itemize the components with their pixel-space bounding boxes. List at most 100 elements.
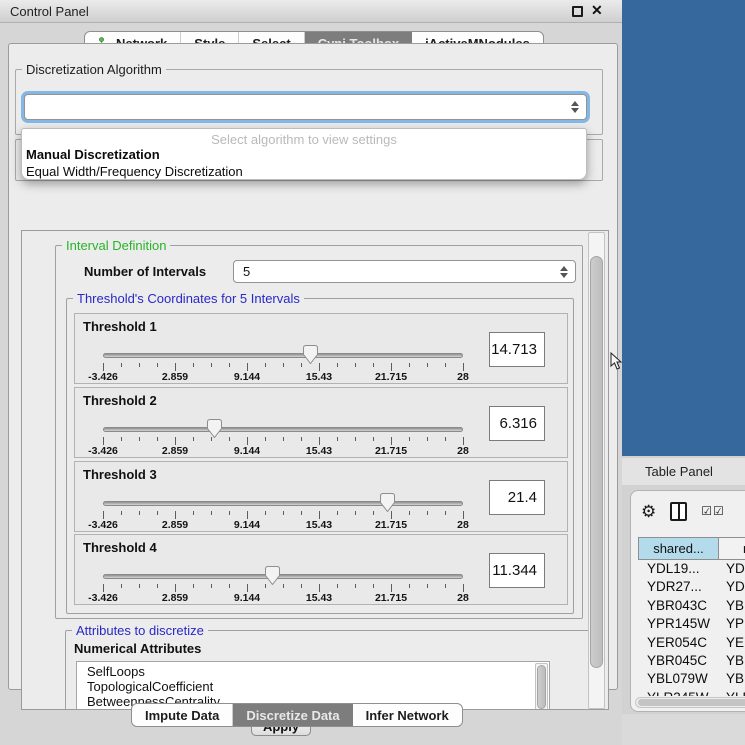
- tick-mark: [373, 584, 374, 588]
- tab-discretize-data[interactable]: Discretize Data: [233, 704, 352, 726]
- group-title: Discretization Algorithm: [22, 62, 166, 77]
- table-body: YDL19...YDL1YDR27...YDR2YBR043C YBR0 YPR14…: [638, 561, 745, 696]
- tick-label: 15.43: [289, 519, 349, 531]
- tick-mark: [409, 363, 410, 367]
- slider-track[interactable]: [103, 427, 463, 432]
- column-header-name[interactable]: na: [719, 537, 745, 560]
- table-row[interactable]: YER054C YER0: [638, 635, 745, 653]
- tab-label: Infer Network: [366, 708, 449, 723]
- tick-mark: [427, 363, 428, 367]
- cell-shared-name: YBR043C: [647, 598, 707, 613]
- list-scrollbar[interactable]: [535, 663, 548, 710]
- tick-label: 21.715: [361, 371, 421, 383]
- tick-mark: [283, 584, 284, 588]
- table-row[interactable]: YBR045CYBR0: [638, 653, 745, 671]
- tick-mark: [391, 437, 392, 445]
- close-icon[interactable]: ✕: [591, 2, 603, 19]
- dropdown-option-manual-discretization[interactable]: Manual Discretization: [22, 146, 586, 163]
- combo-stepper-icon: [571, 101, 579, 113]
- tick-mark: [247, 584, 248, 592]
- cell-shared-name: YLR345W: [647, 690, 709, 696]
- threshold-value-field[interactable]: 21.4: [489, 480, 545, 515]
- panel-scrollbar[interactable]: [588, 232, 605, 709]
- network-view-window[interactable]: GAL80GACGAL11GAL4GCY1HHAP2: [622, 0, 745, 456]
- tick-mark: [409, 437, 410, 441]
- slider-track[interactable]: [103, 501, 463, 506]
- list-item-selfloops[interactable]: SelfLoops: [87, 664, 549, 679]
- algorithm-combobox[interactable]: [24, 94, 587, 120]
- tick-mark: [211, 584, 212, 588]
- algorithm-dropdown-popup: Select algorithm to view settings Manual…: [21, 128, 587, 180]
- tick-mark: [301, 363, 302, 367]
- threshold-value-field[interactable]: 14.713: [489, 332, 545, 367]
- cell-name: YPR1: [726, 616, 745, 631]
- tick-mark: [229, 584, 230, 588]
- tick-mark: [193, 437, 194, 441]
- table-horizontal-scrollbar[interactable]: [635, 697, 745, 708]
- tick-label: 28: [433, 445, 493, 457]
- tick-mark: [355, 363, 356, 367]
- table-row[interactable]: YDL19...YDL1: [638, 561, 745, 579]
- split-columns-icon[interactable]: [670, 502, 687, 521]
- tick-mark: [283, 363, 284, 367]
- table-row[interactable]: YBR043C YBR0: [638, 598, 745, 616]
- table-row[interactable]: YPR145WYPR1: [638, 616, 745, 634]
- tick-mark: [409, 584, 410, 588]
- attributes-group: Attributes to discretize Numerical Attri…: [65, 630, 595, 710]
- tick-mark: [301, 584, 302, 588]
- tick-label: 21.715: [361, 445, 421, 457]
- tab-impute-data[interactable]: Impute Data: [132, 704, 233, 726]
- tick-mark: [427, 511, 428, 515]
- group-title: Attributes to discretize: [72, 623, 208, 638]
- tick-mark: [103, 363, 104, 371]
- gear-icon[interactable]: ⚙: [641, 503, 656, 520]
- threshold-value-field[interactable]: 11.344: [489, 553, 545, 588]
- tick-mark: [319, 437, 320, 445]
- tab-infer-network[interactable]: Infer Network: [353, 704, 462, 726]
- tick-mark: [265, 363, 266, 367]
- slider-thumb[interactable]: [380, 493, 395, 512]
- slider-thumb[interactable]: [207, 419, 222, 438]
- tick-mark: [139, 363, 140, 367]
- table-row[interactable]: YBL079WYBL0: [638, 671, 745, 689]
- tick-mark: [157, 584, 158, 588]
- tick-mark: [247, 363, 248, 371]
- column-header-shared-name[interactable]: shared...: [638, 537, 719, 560]
- tick-mark: [121, 363, 122, 367]
- table-row[interactable]: YLR345WYLR3: [638, 690, 745, 696]
- slider-track[interactable]: [103, 353, 463, 358]
- tick-mark: [319, 363, 320, 371]
- tick-mark: [211, 511, 212, 515]
- cell-name: YDR2: [726, 579, 745, 594]
- float-window-icon[interactable]: [572, 6, 583, 17]
- tick-label: 2.859: [145, 592, 205, 604]
- dropdown-options: Manual DiscretizationEqual Width/Frequen…: [22, 146, 586, 180]
- table-panel-titlebar: Table Panel: [622, 458, 745, 485]
- tick-label: 28: [433, 592, 493, 604]
- cell-name: YBR0: [726, 598, 745, 613]
- checkboxes-icon[interactable]: ☑☑: [701, 504, 725, 518]
- tick-label: 9.144: [217, 592, 277, 604]
- tick-mark: [337, 363, 338, 367]
- slider-thumb[interactable]: [303, 345, 318, 364]
- slider-track[interactable]: [103, 574, 463, 579]
- list-item-topologicalcoefficient[interactable]: TopologicalCoefficient: [87, 679, 549, 694]
- dropdown-option-equal-width-frequency-discretization[interactable]: Equal Width/Frequency Discretization: [22, 163, 586, 180]
- threshold-panel-1: Threshold 1-3.4262.8599.14415.4321.71528…: [74, 313, 568, 384]
- tick-mark: [463, 584, 464, 592]
- cell-shared-name: YER054C: [647, 635, 707, 650]
- tick-mark: [175, 363, 176, 371]
- table-row[interactable]: YDR27...YDR2: [638, 579, 745, 597]
- tick-label: 2.859: [145, 519, 205, 531]
- tick-label: 21.715: [361, 519, 421, 531]
- cell-name: YBL0: [726, 671, 745, 686]
- slider-thumb[interactable]: [265, 566, 280, 585]
- control-panel-titlebar: Control Panel ✕: [0, 0, 622, 23]
- cell-name: YER0: [726, 635, 745, 650]
- tick-label: 15.43: [289, 371, 349, 383]
- tick-mark: [463, 511, 464, 519]
- threshold-value-field[interactable]: 6.316: [489, 406, 545, 441]
- number-of-intervals-combobox[interactable]: 5: [233, 260, 576, 283]
- tick-mark: [391, 584, 392, 592]
- tick-mark: [463, 437, 464, 445]
